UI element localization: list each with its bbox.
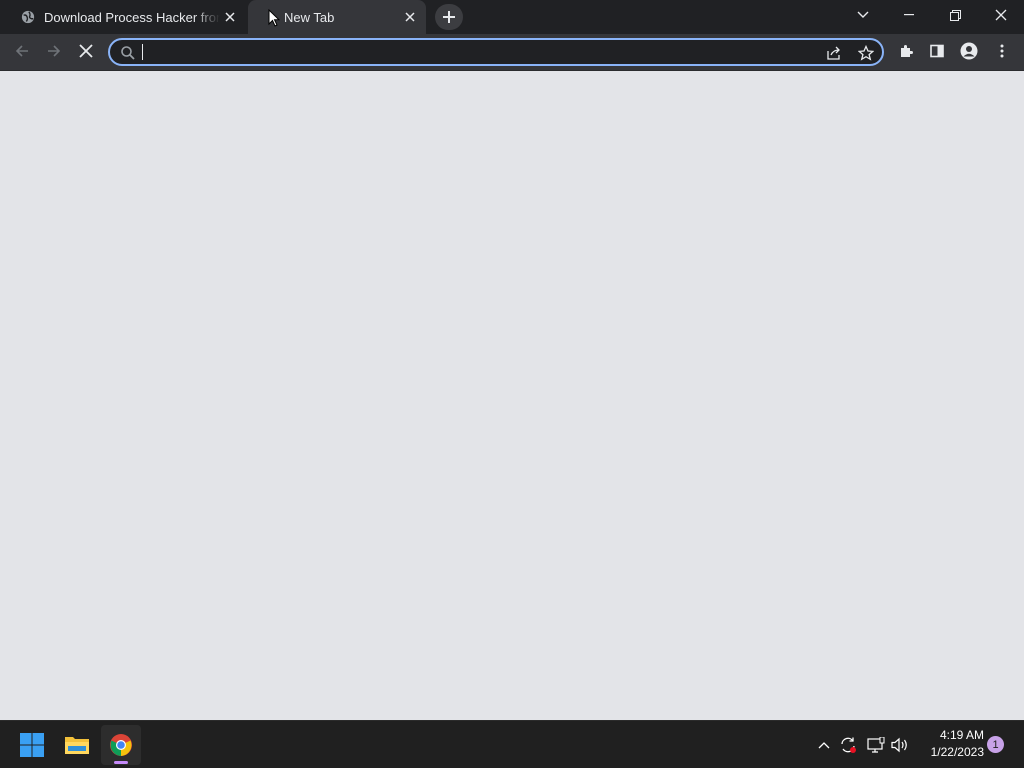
close-window-button[interactable] — [978, 0, 1024, 30]
forward-icon — [48, 45, 61, 57]
minimize-button[interactable] — [886, 0, 932, 30]
tab-strip: Download Process Hacker from S New Tab — [0, 0, 1024, 34]
volume-tray-button[interactable] — [890, 735, 910, 755]
file-explorer-button[interactable] — [57, 725, 97, 765]
chevron-up-icon — [818, 742, 830, 749]
clock-date: 1/22/2023 — [930, 745, 984, 759]
restore-icon — [949, 9, 961, 21]
active-app-indicator — [114, 761, 128, 764]
chrome-taskbar-button[interactable] — [101, 725, 141, 765]
minimize-icon — [904, 14, 914, 16]
plus-icon — [443, 11, 455, 23]
tab-search-button[interactable] — [840, 0, 886, 30]
stop-button[interactable] — [71, 36, 101, 66]
sync-icon — [841, 737, 856, 753]
share-icon[interactable] — [824, 43, 844, 63]
toolbar — [0, 34, 1024, 71]
mouse-cursor-icon — [268, 9, 280, 27]
chevron-down-icon — [857, 11, 869, 18]
system-clock[interactable]: 4:19 AM 1/22/2023 — [914, 727, 984, 761]
show-hidden-icons-button[interactable] — [814, 735, 834, 755]
file-explorer-icon — [65, 737, 89, 754]
taskbar: 4:19 AM 1/22/2023 — [0, 720, 1024, 768]
forward-button[interactable] — [39, 36, 69, 66]
menu-button[interactable] — [987, 36, 1017, 66]
menu-icon — [1000, 44, 1004, 58]
notification-badge[interactable]: 1 — [987, 736, 1004, 753]
tab-title: Download Process Hacker from S — [44, 9, 220, 25]
browser-window: Download Process Hacker from S New Tab — [0, 0, 1024, 720]
search-icon — [121, 46, 135, 60]
network-icon — [867, 737, 885, 753]
globe-icon — [20, 9, 36, 25]
windows-start-icon — [20, 733, 44, 757]
profile-button[interactable] — [954, 36, 984, 66]
tab-process-hacker[interactable]: Download Process Hacker from S — [8, 0, 246, 34]
close-icon[interactable] — [220, 7, 240, 27]
chrome-icon — [110, 734, 132, 756]
volume-icon — [891, 737, 907, 753]
page-content — [0, 71, 1024, 720]
side-panel-button[interactable] — [922, 36, 952, 66]
stop-icon — [79, 44, 93, 58]
back-icon — [15, 45, 28, 57]
sync-tray-button[interactable] — [838, 735, 858, 755]
close-icon — [995, 9, 1007, 21]
clock-time: 4:19 AM — [939, 728, 984, 742]
tab-title: New Tab — [284, 9, 335, 25]
close-icon[interactable] — [400, 7, 420, 27]
star-icon[interactable] — [856, 43, 876, 63]
text-caret — [142, 44, 143, 60]
new-tab-button[interactable] — [435, 4, 463, 30]
back-button[interactable] — [7, 36, 37, 66]
network-tray-button[interactable] — [866, 735, 886, 755]
extensions-icon — [901, 45, 913, 57]
extensions-button[interactable] — [891, 36, 921, 66]
windows-start-button[interactable] — [12, 725, 52, 765]
address-input[interactable] — [140, 42, 800, 62]
side-panel-icon — [930, 44, 944, 58]
profile-icon — [960, 42, 978, 60]
omnibox[interactable] — [108, 38, 884, 66]
restore-button[interactable] — [932, 0, 978, 30]
